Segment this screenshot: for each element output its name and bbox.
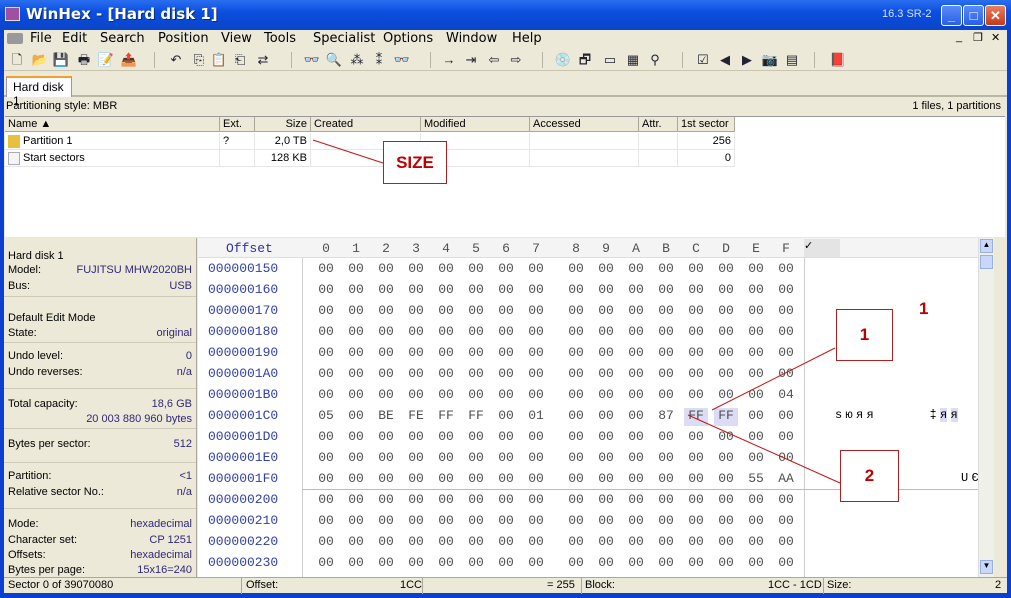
size-annotation: SIZE [383,141,447,184]
annotation-label-1: 1 [919,299,929,318]
size-pointer-line [312,139,384,164]
pointer-line-2 [687,414,841,484]
annotation-box-2: 2 [840,450,899,502]
pointer-line-1 [711,347,836,411]
annotation-box-1: 1 [836,309,893,361]
annotation-lines [312,139,841,484]
